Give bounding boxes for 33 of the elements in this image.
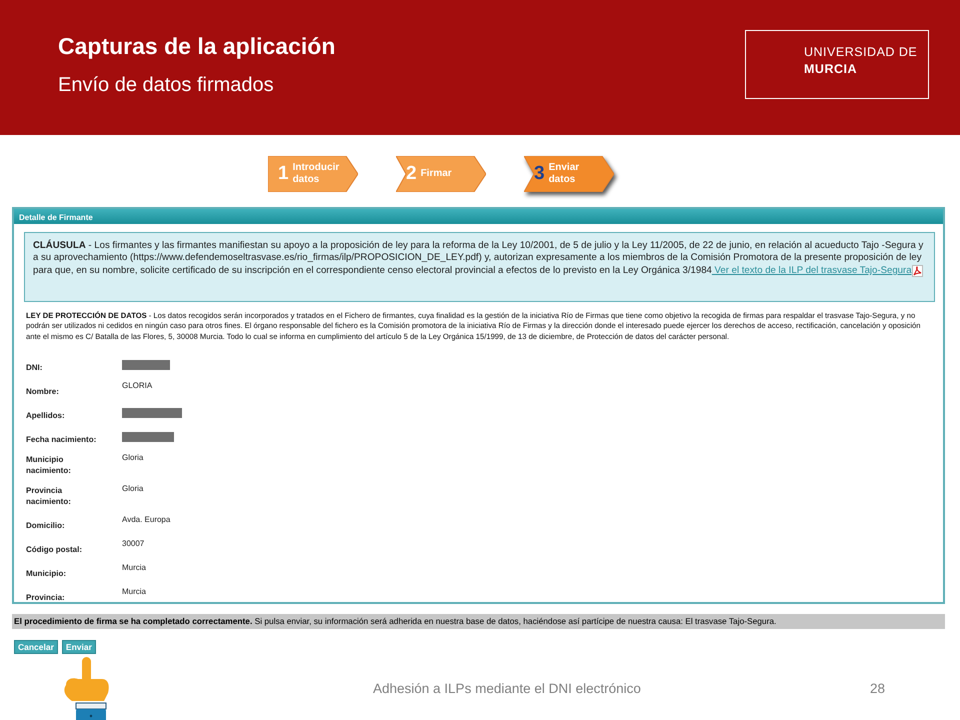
field-value: Avda. Europa (122, 515, 170, 524)
redacted-value (122, 432, 174, 442)
field-value: Gloria (122, 453, 144, 462)
field-label: Fecha nacimiento: (26, 434, 98, 446)
field-label: Municipio: (26, 568, 67, 580)
form-button[interactable]: Cancelar (14, 640, 58, 654)
form-button[interactable]: Enviar (62, 640, 96, 654)
university-logo: UNIVERSIDAD DE MURCIA (745, 30, 929, 99)
field-value: Gloria (122, 484, 144, 494)
field-label: Domicilio: (26, 520, 66, 532)
document-link[interactable]: Ver el texto de la ILP del trasvase Tajo-Segura (712, 264, 912, 276)
slide-subtitle: Envío de datos firmados (58, 73, 274, 98)
pdf-icon (912, 264, 923, 278)
field-value: Murcia (122, 587, 146, 596)
panel-title: Detalle de Firmante (14, 209, 943, 224)
field-label: Provincia: (26, 592, 66, 604)
field-value: GLORIA (122, 381, 152, 390)
wizard-step[interactable]: 2 Firmar (396, 156, 486, 192)
field-value: Murcia (122, 563, 146, 572)
redacted-value (122, 360, 170, 370)
page-number: 28 (870, 680, 886, 698)
field-label: Provincia nacimiento: (26, 485, 72, 508)
slide-title: Capturas de la aplicación (58, 35, 336, 58)
status-message: El procedimiento de firma se ha completado correctamente. Si pulsa enviar, su información será adherida en nuestra base de datos, haciéndose así partícipe de nuestra causa: El trasvase Tajo-Segura. (12, 614, 945, 629)
field-value: 30007 (122, 539, 144, 548)
field-label: DNI: (26, 362, 44, 374)
redacted-value (122, 408, 182, 418)
footer-text: Adhesión a ILPs mediante el DNI electrónico (373, 680, 641, 698)
clause-notice: CLÁUSULA - Los firmantes y las firmantes manifiestan su apoyo a la proposición de ley para la reforma de la Ley 10/2001, de 5 de julio y la Ley 11/2005, de 22 de junio, en relación al acueducto Tajo -Segura y a su aprovechamiento (https://www.defendemoseltrasvase.es/rio_firmas/ilp/PROPOSICION_DE_LEY.pdf) y, autorizan expresamente a los miembros de la Comisión Promotora de la presente proposición de ley para que, en su nombre, solicite certificado de su inscripción en el correspondiente censo electoral provincial a efectos de lo previsto en la Ley Orgánica 3/1984 Ver el texto de la ILP del trasvase Tajo-Segura (24, 232, 935, 302)
field-label: Municipio nacimiento: (26, 454, 72, 477)
field-label: Nombre: (26, 386, 60, 398)
field-label: Código postal: (26, 544, 83, 556)
field-label: Apellidos: (26, 410, 66, 422)
